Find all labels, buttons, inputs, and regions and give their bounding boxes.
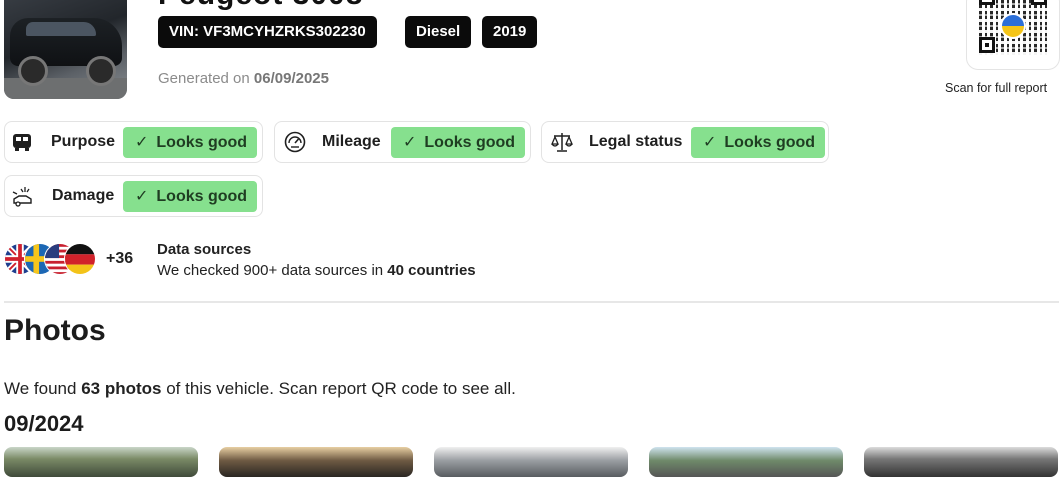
status-badge: ✓ Looks good xyxy=(391,127,526,158)
more-countries-count: +36 xyxy=(106,250,134,267)
check-card-purpose: Purpose ✓ Looks good xyxy=(4,121,263,163)
photos-summary: We found 63 photos of this vehicle. Scan… xyxy=(4,379,516,398)
check-label: Mileage xyxy=(322,133,381,150)
data-sources-title: Data sources xyxy=(157,241,252,258)
photos-heading: Photos xyxy=(4,314,106,347)
photo-thumbnail[interactable] xyxy=(649,447,843,477)
vin-tag: VIN: VF3MCYHZRKS302230 xyxy=(158,16,377,48)
status-badge: ✓ Looks good xyxy=(123,181,258,212)
check-label: Legal status xyxy=(589,133,683,150)
year-tag: 2019 xyxy=(482,16,538,48)
status-badge: ✓ Looks good xyxy=(123,127,258,158)
speedometer-icon xyxy=(284,131,306,153)
generated-date: Generated on 06/09/2025 xyxy=(158,70,329,87)
vehicle-photo xyxy=(4,0,127,99)
data-sources-summary: We checked 900+ data sources in 40 count… xyxy=(157,262,476,279)
section-divider xyxy=(4,301,1059,303)
vehicle-title: Peugeot 3008 xyxy=(158,0,363,12)
qr-logo-icon xyxy=(1000,13,1026,39)
check-card-damage: Damage ✓ Looks good xyxy=(4,175,263,217)
photo-thumbnail[interactable] xyxy=(4,447,198,477)
check-label: Damage xyxy=(52,187,115,204)
photo-thumbnail[interactable] xyxy=(864,447,1058,477)
photo-group-date: 09/2024 xyxy=(4,411,84,436)
photo-thumbnail[interactable] xyxy=(434,447,628,477)
fuel-tag: Diesel xyxy=(405,16,472,48)
photo-thumbnail[interactable] xyxy=(219,447,413,477)
status-badge: ✓ Looks good xyxy=(691,127,826,158)
van-icon xyxy=(13,134,31,151)
report-qr-code[interactable] xyxy=(966,0,1060,70)
check-label: Purpose xyxy=(51,133,116,150)
check-card-mileage: Mileage ✓ Looks good xyxy=(274,121,531,163)
qr-caption: Scan for full report xyxy=(945,81,1048,95)
crash-icon xyxy=(12,187,32,207)
scales-icon xyxy=(551,133,573,152)
germany-flag-icon xyxy=(64,243,96,275)
country-flags xyxy=(4,243,96,275)
check-card-legal-status: Legal status ✓ Looks good xyxy=(541,121,829,163)
